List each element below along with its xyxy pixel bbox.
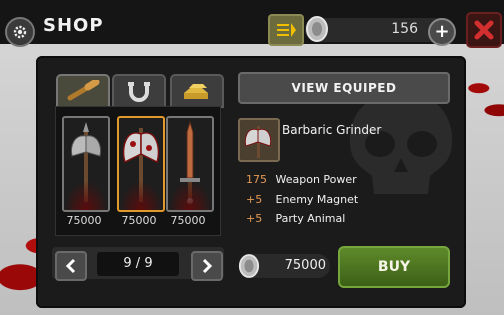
cost-amount: 75000 xyxy=(284,258,326,273)
stat-label: Enemy Magnet xyxy=(275,193,359,206)
tab-melee-weapons[interactable] xyxy=(56,74,110,108)
coin-icon xyxy=(306,16,328,42)
selected-weapon-thumbnail xyxy=(238,118,280,162)
gold-bars-icon xyxy=(184,84,208,99)
stat-weapon-power: 175 Weapon Power xyxy=(246,173,357,186)
item-price-barbaric-grinder: 75000 xyxy=(121,214,157,227)
item-axe[interactable] xyxy=(62,116,110,212)
coin-icon xyxy=(238,254,260,278)
prev-page-button[interactable] xyxy=(55,251,87,281)
page-indicator: 9 / 9 xyxy=(97,252,179,276)
stat-value: 175 xyxy=(246,173,267,186)
next-page-button[interactable] xyxy=(191,251,223,281)
selected-weapon-name: Barbaric Grinder xyxy=(282,123,382,137)
currency-amount: 156 xyxy=(391,21,418,37)
blood-decoration xyxy=(168,180,212,210)
stats-button[interactable] xyxy=(268,14,304,46)
view-equipped-button[interactable]: VIEW EQUIPED xyxy=(238,72,450,104)
tab-magnet[interactable] xyxy=(112,74,166,108)
skull-icon xyxy=(349,92,453,194)
stat-party-animal: +5 Party Animal xyxy=(246,212,345,225)
chevron-right-icon xyxy=(202,258,213,274)
stat-enemy-magnet: +5 Enemy Magnet xyxy=(246,193,358,206)
stat-label: Weapon Power xyxy=(275,173,357,186)
magnet-icon xyxy=(128,82,150,102)
double-axe-icon xyxy=(244,126,272,158)
item-price-axe: 75000 xyxy=(66,214,102,227)
buy-button[interactable]: BUY xyxy=(338,246,450,288)
add-currency-button[interactable]: + xyxy=(428,18,456,46)
close-button[interactable] xyxy=(466,12,502,48)
plus-icon: + xyxy=(434,21,450,42)
stat-label: Party Animal xyxy=(275,212,346,225)
tab-gold[interactable] xyxy=(170,74,224,108)
chevron-left-icon xyxy=(65,258,76,274)
item-price-sword: 75000 xyxy=(170,214,206,227)
page-title: SHOP xyxy=(43,15,104,36)
stat-value: +5 xyxy=(246,212,263,225)
blood-decoration xyxy=(64,180,108,210)
settings-button[interactable] xyxy=(5,17,35,47)
gear-icon xyxy=(13,25,27,39)
blood-decoration xyxy=(119,180,163,210)
item-sword[interactable] xyxy=(166,116,214,212)
stats-icon xyxy=(277,23,296,37)
stat-value: +5 xyxy=(246,193,263,206)
club-icon xyxy=(67,80,100,101)
close-icon xyxy=(474,20,494,40)
item-barbaric-grinder[interactable] xyxy=(117,116,165,212)
